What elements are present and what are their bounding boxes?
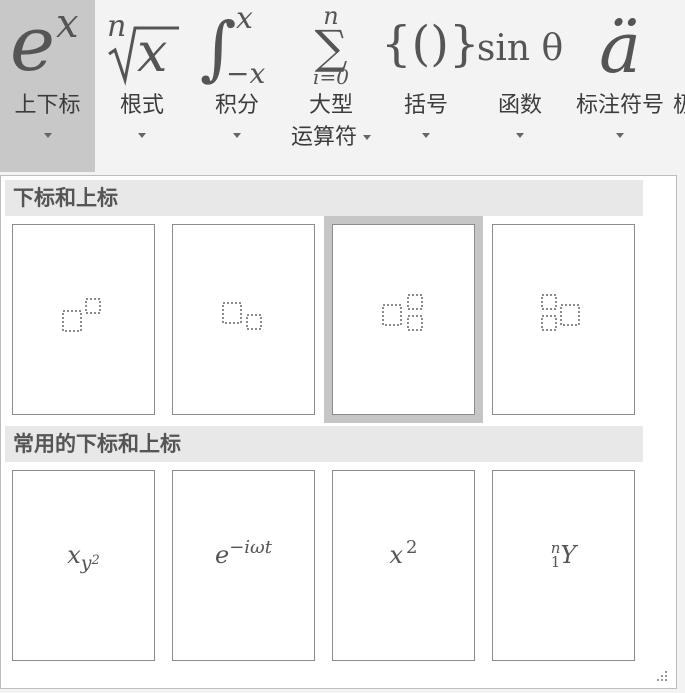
sin-icon: sin θ	[476, 28, 564, 69]
function-label: 函数	[497, 93, 542, 118]
left-sub-sup-icon	[541, 294, 580, 331]
common-formula-x-squared[interactable]: x2	[332, 470, 475, 661]
resize-grip-icon[interactable]	[656, 670, 668, 682]
formula-x-squared: x2	[389, 537, 418, 569]
subscript-icon	[222, 302, 262, 330]
accent-icon: ä	[599, 7, 641, 89]
script-gallery: 下标和上标 常用的下标和上标 xy2 e−iωt x 2 n 1 Y	[0, 175, 677, 689]
next-button-cutoff[interactable]: 极	[673, 90, 685, 122]
subscript-template[interactable]	[172, 224, 315, 415]
integral-button[interactable]: ∫ x −x 积分	[192, 0, 282, 172]
ex-icon: e x	[10, 0, 79, 88]
large-operator-label-line2-wrap: 运算符	[274, 122, 388, 154]
superscript-template[interactable]	[12, 224, 155, 415]
left-sub-superscript-template[interactable]	[492, 224, 635, 415]
chevron-down-icon	[43, 133, 52, 138]
chevron-down-icon	[422, 133, 430, 138]
chevron-down-icon	[233, 133, 241, 138]
bracket-button[interactable]: {()} 括号	[381, 0, 480, 172]
panel-right-margin	[677, 175, 685, 693]
large-operator-label-line2: 运算符	[290, 125, 357, 150]
sub-superscript-template[interactable]	[332, 224, 475, 415]
chevron-down-icon	[363, 135, 371, 140]
accent-label: 标注符号	[575, 93, 664, 118]
common-formula-prescript[interactable]: n 1 Y	[492, 470, 635, 661]
formula-xy2: xy2	[67, 541, 100, 574]
script-button[interactable]: e x 上下标	[0, 0, 95, 172]
section-header-common: 常用的下标和上标	[5, 426, 643, 462]
radical-button[interactable]: n x 根式	[97, 0, 187, 172]
common-formula-xy2[interactable]: xy2	[12, 470, 155, 661]
chevron-down-icon	[616, 133, 624, 138]
function-button[interactable]: sin θ 函数	[474, 0, 566, 172]
large-operator-button[interactable]: n ∑ i=0 大型 运算符	[284, 0, 378, 172]
section-header-scripts: 下标和上标	[5, 180, 643, 216]
next-button-label: 极	[673, 93, 685, 118]
chevron-down-icon	[138, 133, 146, 138]
sum-icon: n ∑ i=0	[313, 2, 349, 89]
integral-icon: ∫ x −x	[200, 1, 266, 90]
radical-label: 根式	[119, 93, 164, 118]
accent-button[interactable]: ä 标注符号	[572, 0, 668, 172]
common-formula-euler[interactable]: e−iωt	[172, 470, 315, 661]
chevron-down-icon	[516, 133, 524, 138]
braces-icon: {()}	[381, 16, 480, 72]
nth-root-icon: n x	[97, 0, 187, 92]
formula-prescript: n 1 Y	[550, 539, 577, 571]
superscript-icon	[62, 298, 101, 332]
sub-sup-icon	[382, 294, 423, 331]
formula-euler: e−iωt	[215, 537, 272, 569]
equation-ribbon: e x 上下标 n x 根式 ∫ x −x 积分 n ∑ i=0 大型 运算符 …	[0, 0, 685, 175]
